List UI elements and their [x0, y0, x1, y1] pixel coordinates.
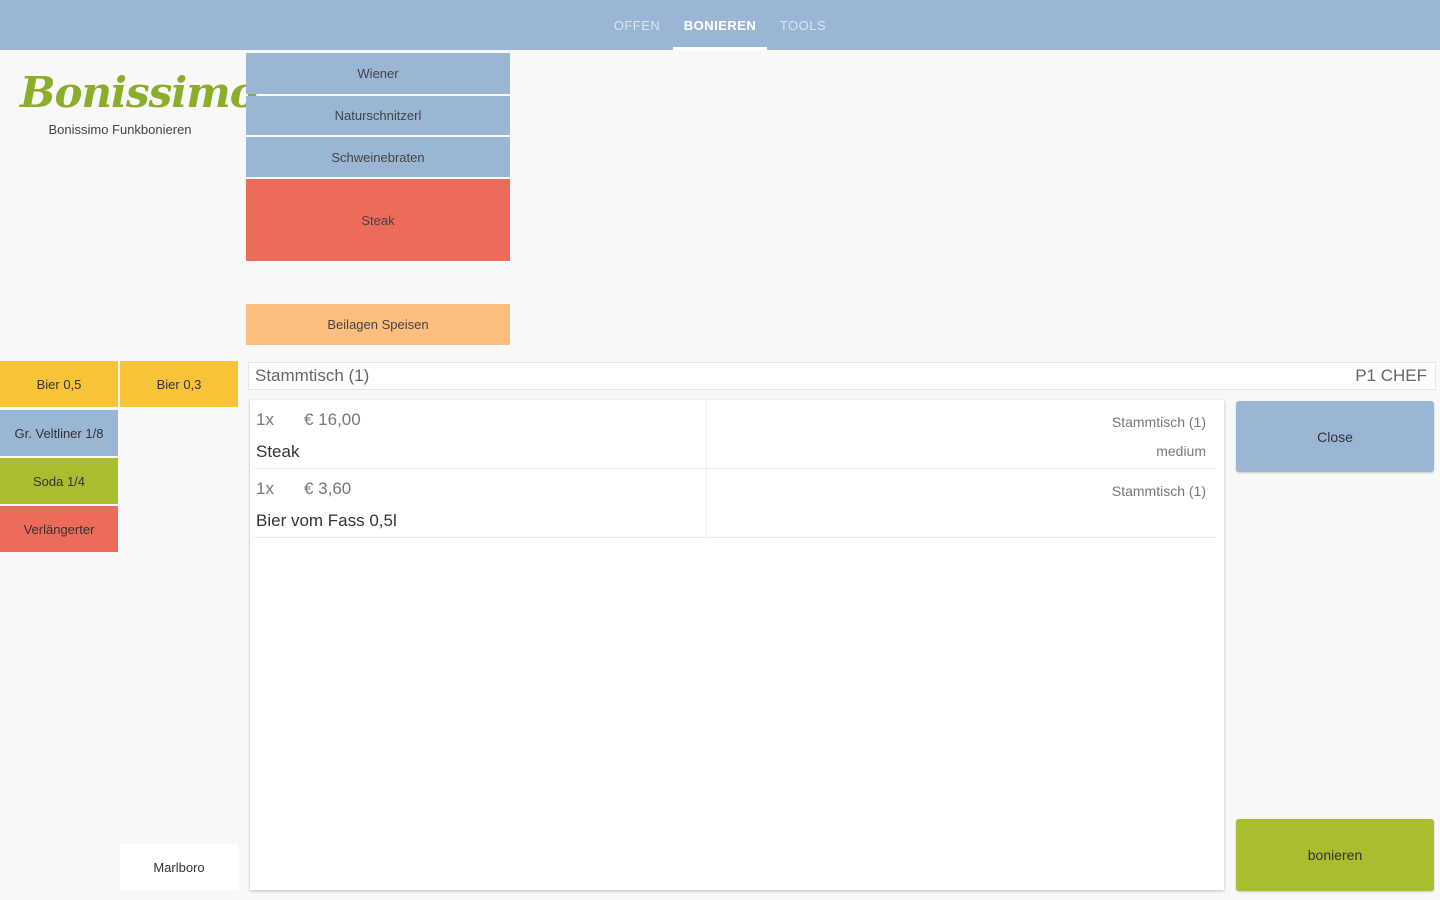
tab-offen[interactable]: OFFEN — [604, 0, 670, 50]
quick-item-marlboro[interactable]: Marlboro — [120, 844, 238, 890]
bonieren-button[interactable]: bonieren — [1236, 819, 1434, 891]
order-row[interactable]: 1x € 3,60 Bier vom Fass 0,5l Stammtisch … — [254, 469, 1216, 538]
menu-item-naturschnitzerl[interactable]: Naturschnitzerl — [246, 96, 510, 135]
quick-item-bier-03[interactable]: Bier 0,3 — [120, 361, 238, 407]
waiter-name: P1 CHEF — [1355, 366, 1427, 385]
order-list: 1x € 16,00 Steak Stammtisch (1) medium 1… — [250, 400, 1224, 890]
order-qty: 1x — [256, 410, 274, 429]
quick-item-bier-05[interactable]: Bier 0,5 — [0, 361, 118, 407]
close-button[interactable]: Close — [1236, 401, 1434, 472]
order-price: € 16,00 — [304, 410, 361, 429]
menu-item-schweinebraten[interactable]: Schweinebraten — [246, 137, 510, 177]
order-item-name: Bier vom Fass 0,5l — [256, 511, 397, 530]
order-price: € 3,60 — [304, 479, 352, 498]
order-note: medium — [1156, 443, 1206, 459]
order-table: Stammtisch (1) — [1111, 414, 1206, 430]
order-item-name: Steak — [256, 442, 300, 461]
column-divider — [706, 400, 707, 468]
menu-item-steak[interactable]: Steak — [246, 179, 510, 261]
order-table: Stammtisch (1) — [1111, 483, 1206, 499]
order-qty: 1x — [256, 479, 274, 498]
menu-item-wiener[interactable]: Wiener — [246, 53, 510, 94]
order-row[interactable]: 1x € 16,00 Steak Stammtisch (1) medium — [254, 400, 1216, 469]
tab-tools[interactable]: TOOLS — [770, 0, 836, 50]
app-logo: Bonissimo Bonissimo Funkbonieren — [20, 66, 258, 137]
table-name: Stammtisch (1) — [255, 366, 370, 385]
tab-bonieren[interactable]: BONIEREN — [673, 0, 767, 50]
quick-item-verlaengerter[interactable]: Verlängerter — [0, 506, 118, 552]
logo-wordmark: Bonissimo — [20, 68, 258, 117]
quick-item-gr-veltliner[interactable]: Gr. Veltliner 1/8 — [0, 410, 118, 456]
column-divider — [706, 469, 707, 537]
quick-item-soda[interactable]: Soda 1/4 — [0, 458, 118, 504]
menu-category-beilagen[interactable]: Beilagen Speisen — [246, 304, 510, 345]
top-nav-bar: OFFEN BONIEREN TOOLS — [0, 0, 1440, 50]
table-info-bar[interactable]: Stammtisch (1) P1 CHEF — [248, 362, 1436, 390]
logo-subtitle: Bonissimo Funkbonieren — [48, 122, 192, 137]
